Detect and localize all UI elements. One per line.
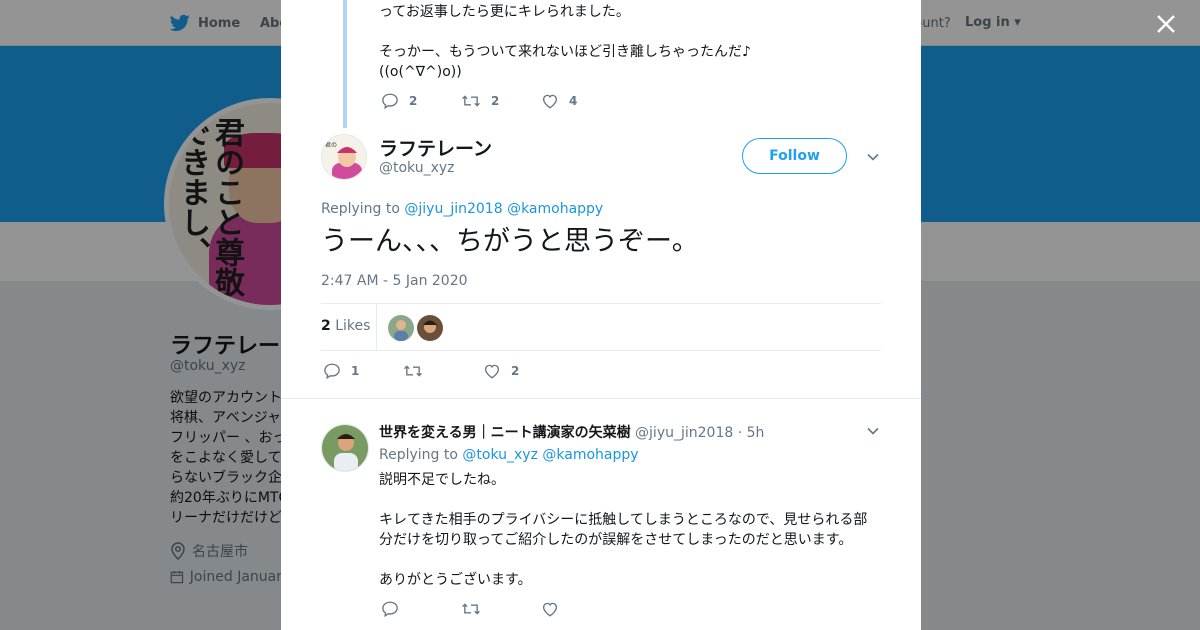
likes-label: Likes <box>335 318 371 334</box>
retweet-icon <box>404 365 422 377</box>
heart-icon <box>484 364 500 379</box>
like-button[interactable]: 2 <box>483 362 563 380</box>
svg-text:君の: 君の <box>325 142 337 149</box>
retweet-button[interactable]: 2 <box>461 92 541 110</box>
like-button[interactable] <box>541 600 621 618</box>
retweet-button[interactable] <box>461 600 541 618</box>
parent-tweet-actions: 2 2 4 <box>381 92 621 110</box>
mention-link[interactable]: @jiyu_jin2018 <box>404 201 502 217</box>
tweet-blank-line <box>379 550 879 570</box>
reply-button[interactable]: 2 <box>381 92 461 110</box>
mention-link[interactable]: @toku_xyz <box>462 447 538 463</box>
retweet-icon <box>462 603 480 615</box>
likes-count: 2 <box>321 318 331 334</box>
reply-author-avatar[interactable] <box>321 424 369 472</box>
tweet-stats: 2 Likes <box>321 303 881 351</box>
mention-link[interactable]: @kamohappy <box>507 201 603 217</box>
tweet-actions: 1 2 <box>323 362 563 380</box>
tweet-line: ありがとうございます。 <box>379 572 532 588</box>
tweet-text: うーん、、、ちがうと思うぞー。 <box>321 226 699 257</box>
thread-connector <box>343 0 347 128</box>
chevron-down-icon[interactable] <box>866 150 880 164</box>
tweet-line: ってお返事したら更にキレられました。 <box>379 4 630 20</box>
reply-timestamp[interactable]: · 5h <box>738 425 765 441</box>
reply-tweet-text: 説明不足でしたね。 キレてきた相手のプライバシーに抵触してしまうところなので、見… <box>379 470 879 590</box>
like-button[interactable]: 4 <box>541 92 621 110</box>
reply-tweet-actions <box>381 600 621 618</box>
reply-count: 2 <box>409 94 418 108</box>
tweet-timestamp[interactable]: 2:47 AM - 5 Jan 2020 <box>321 273 468 289</box>
reply-icon <box>324 363 340 380</box>
tweet-line: 説明不足でしたね。 <box>379 472 505 488</box>
stats-divider <box>376 304 377 351</box>
tweet-blank-line <box>379 22 879 42</box>
follow-button[interactable]: Follow <box>742 138 847 174</box>
reply-icon <box>382 93 398 110</box>
liker-avatar[interactable] <box>417 315 443 341</box>
replying-prefix: Replying to <box>379 447 458 463</box>
reply-author-handle[interactable]: @jiyu_jin2018 <box>635 425 733 441</box>
reply-button[interactable] <box>381 600 461 618</box>
author-avatar[interactable]: 君の <box>321 134 367 180</box>
tweet-line: キレてきた相手のプライバシーに抵触してしまうところなので、見せられる部分だけを切… <box>379 512 868 548</box>
mention-link[interactable]: @kamohappy <box>542 447 638 463</box>
reply-button[interactable]: 1 <box>323 362 403 380</box>
tweet-line: そっかー、もうついて来れないほど引き離しちゃったんだ♪ <box>379 44 751 60</box>
close-icon[interactable] <box>1152 10 1180 38</box>
parent-tweet-text: ってお返事したら更にキレられました。 そっかー、もうついて来れないほど引き離しち… <box>379 2 879 82</box>
heart-icon <box>542 602 558 617</box>
retweet-count: 2 <box>491 94 500 108</box>
reply-replying-to: Replying to @toku_xyz @kamohappy <box>379 447 639 463</box>
tweet-modal: ってお返事したら更にキレられました。 そっかー、もうついて来れないほど引き離しち… <box>281 0 921 630</box>
reply-author-name[interactable]: 世界を変える男｜ニート講演家の矢菜樹 <box>379 425 631 441</box>
likes-stat[interactable]: 2 Likes <box>321 318 370 334</box>
tweet-blank-line <box>379 490 879 510</box>
chevron-down-icon[interactable] <box>866 424 880 438</box>
reply-count: 1 <box>351 364 360 378</box>
reply-author-line: 世界を変える男｜ニート講演家の矢菜樹 @jiyu_jin2018 · 5h <box>379 422 764 442</box>
retweet-button[interactable] <box>403 362 483 380</box>
tweet-line: ((o(^∇^)o)) <box>379 64 462 80</box>
replies-divider <box>281 398 921 408</box>
like-count: 2 <box>511 364 520 378</box>
replying-prefix: Replying to <box>321 201 400 217</box>
retweet-icon <box>462 95 480 107</box>
liker-avatar[interactable] <box>388 315 414 341</box>
heart-icon <box>542 94 558 109</box>
like-count: 4 <box>569 94 578 108</box>
reply-icon <box>382 601 398 618</box>
author-handle[interactable]: @toku_xyz <box>379 160 455 176</box>
author-name[interactable]: ラフテレーン <box>379 134 492 161</box>
replying-to: Replying to @jiyu_jin2018 @kamohappy <box>321 201 603 217</box>
